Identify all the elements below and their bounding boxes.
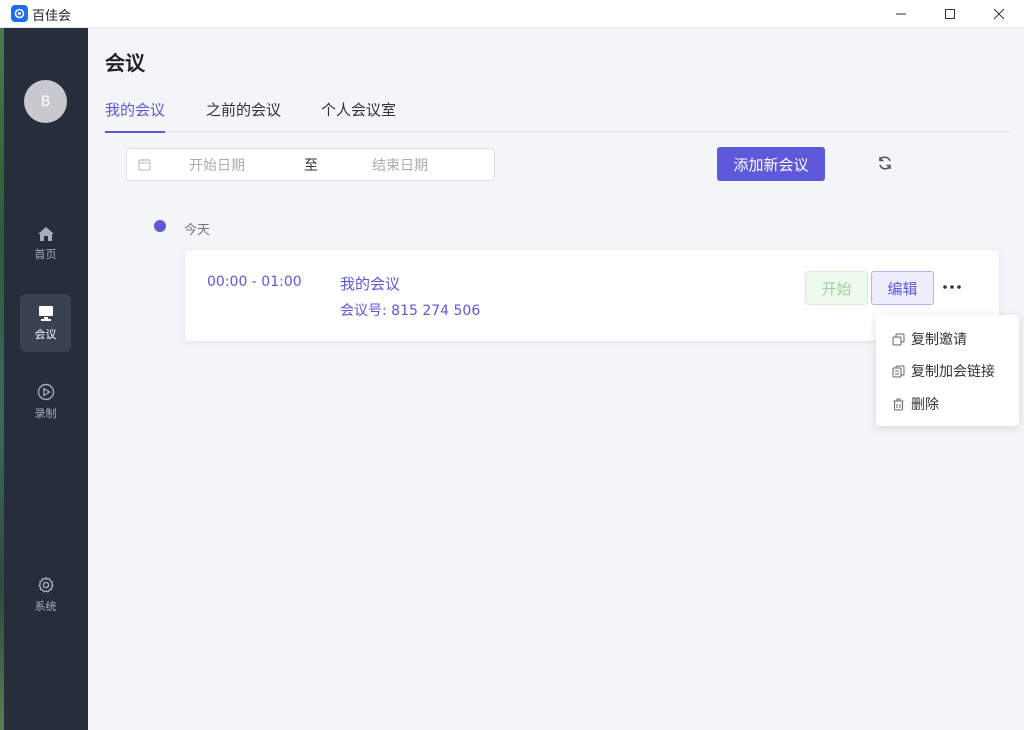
start-date-input[interactable]: 开始日期 [189, 155, 245, 175]
sidebar: B 首页 会议 录制 系统 [4, 28, 88, 730]
menu-item-delete[interactable]: 删除 [892, 393, 939, 415]
sidebar-item-label: 录制 [34, 407, 57, 420]
maximize-button[interactable] [927, 0, 973, 28]
more-dots-icon [943, 285, 961, 289]
sidebar-item-label: 系统 [34, 600, 57, 613]
menu-item-label: 复制邀请 [911, 332, 967, 348]
copy-link-icon [892, 365, 905, 377]
day-label: 今天 [184, 223, 211, 238]
gear-icon [37, 576, 54, 593]
end-date-input[interactable]: 结束日期 [372, 155, 428, 175]
window-title-bar: 百佳会 [0, 0, 1024, 28]
sidebar-item-label: 会议 [34, 327, 57, 341]
menu-item-label: 复制加会链接 [911, 364, 995, 380]
sidebar-item-home[interactable]: 首页 [20, 215, 71, 273]
play-circle-icon [37, 383, 54, 401]
window-title: 百佳会 [32, 9, 72, 24]
sidebar-item-meetings[interactable]: 会议 [20, 294, 71, 352]
main-content: 会议 我的会议 之前的会议 个人会议室 开始日期 至 结束日期 添加新会议 今天… [88, 28, 1024, 730]
trash-icon [893, 398, 904, 410]
sidebar-item-recordings[interactable]: 录制 [20, 373, 71, 431]
avatar-initial: B [40, 93, 51, 110]
page-title: 会议 [105, 51, 145, 75]
maximize-icon [945, 9, 955, 19]
tab-past-meetings[interactable]: 之前的会议 [206, 100, 281, 132]
avatar[interactable]: B [24, 80, 67, 123]
add-meeting-button[interactable]: 添加新会议 [717, 147, 825, 181]
tab-personal-room[interactable]: 个人会议室 [321, 100, 396, 132]
date-range-separator: 至 [304, 158, 318, 174]
more-options-menu: 复制邀请 复制加会链接 删除 [876, 315, 1019, 426]
close-button[interactable] [976, 0, 1022, 28]
meeting-id: 会议号: 815 274 506 [340, 303, 481, 319]
start-meeting-button[interactable]: 开始 [805, 271, 868, 305]
more-options-button[interactable] [941, 277, 963, 297]
home-icon [37, 227, 54, 241]
timeline-dot [154, 220, 166, 232]
app-logo-icon [11, 5, 28, 22]
calendar-icon [138, 159, 151, 171]
tab-bar: 我的会议 之前的会议 个人会议室 [105, 100, 1009, 133]
meeting-time: 00:00 - 01:00 [207, 274, 302, 290]
meeting-name: 我的会议 [340, 275, 401, 293]
edit-meeting-button[interactable]: 编辑 [871, 271, 934, 305]
minimize-icon [896, 13, 906, 15]
menu-item-copy-invitation[interactable]: 复制邀请 [892, 328, 967, 350]
sidebar-item-settings[interactable]: 系统 [20, 566, 71, 624]
date-range-picker[interactable]: 开始日期 至 结束日期 [126, 148, 495, 181]
close-icon [993, 8, 1005, 20]
monitor-icon [38, 305, 53, 321]
sidebar-item-label: 首页 [34, 248, 57, 261]
refresh-icon [879, 156, 891, 170]
menu-item-copy-join-link[interactable]: 复制加会链接 [892, 360, 995, 382]
copy-icon [892, 333, 905, 345]
refresh-button[interactable] [875, 153, 895, 173]
tab-my-meetings[interactable]: 我的会议 [105, 100, 166, 133]
menu-item-label: 删除 [911, 397, 939, 413]
minimize-button[interactable] [878, 0, 924, 28]
